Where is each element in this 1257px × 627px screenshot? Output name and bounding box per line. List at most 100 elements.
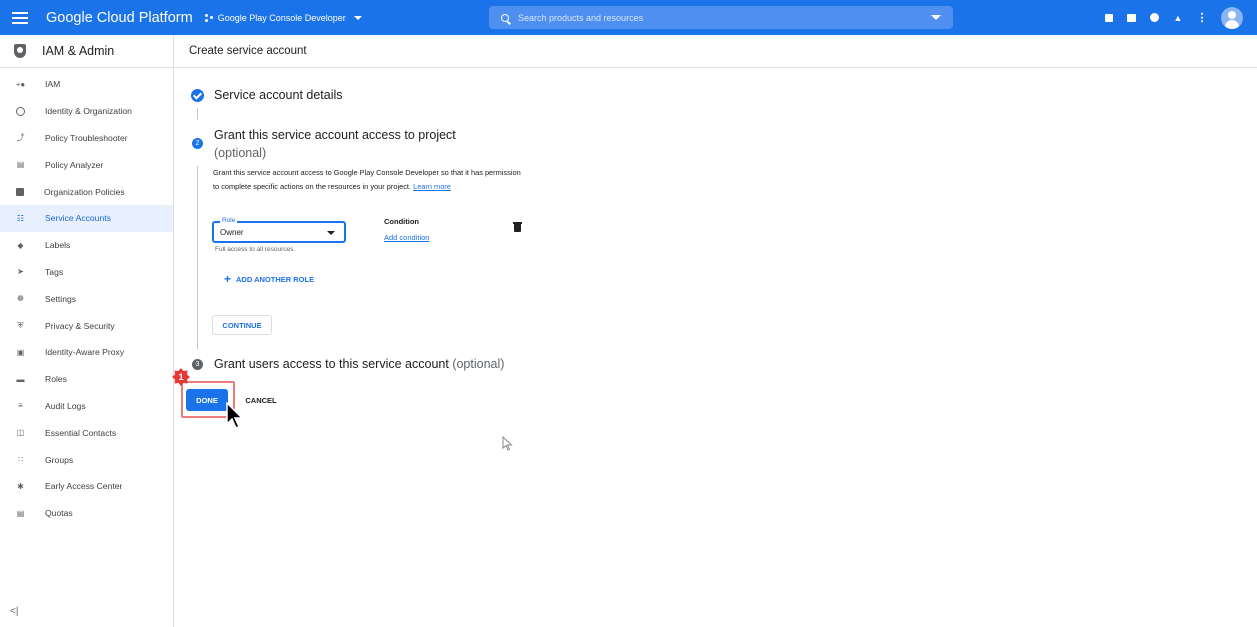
project-name: Google Play Console Developer [217,12,346,23]
stepper-connector [197,166,198,349]
role-value: Owner [220,228,244,237]
add-another-role-button[interactable]: + ADD ANOTHER ROLE [224,272,315,286]
sidebar-item-iam[interactable]: +● IAM [0,71,173,98]
document-search-icon: ▤ [16,160,25,170]
sidebar-item-label: Tags [45,266,64,277]
help-icon[interactable] [1150,13,1159,22]
early-access-icon: ✱ [17,481,24,491]
sidebar-item-organization-policies[interactable]: Organization Policies [0,178,173,205]
sidebar-item-labels[interactable]: ◆ Labels [0,232,173,259]
notifications-icon[interactable]: ▲ [1173,13,1183,23]
sidebar-item-label: Early Access Center [45,481,123,492]
list-box-icon [16,187,24,196]
cancel-button[interactable]: CANCEL [240,389,282,411]
service-account-icon: ☷ [16,213,25,223]
sidebar-item-label: IAM [45,79,61,90]
step-2-description: Grant this service account access to Goo… [213,166,523,193]
sidebar-item-early-access-center[interactable]: ✱ Early Access Center [0,473,173,500]
sidebar-item-identity-aware-proxy[interactable]: ▣ Identity-Aware Proxy [0,339,173,366]
cloud-shell-icon[interactable] [1127,13,1136,22]
role-select[interactable]: Role Owner [212,217,346,243]
delete-role-icon[interactable] [513,222,522,232]
sidebar-item-service-accounts[interactable]: ☷ Service Accounts [0,204,173,232]
sidebar-header: IAM & Admin [0,35,173,68]
step-2-heading: Grant this service account access to pro… [214,126,456,162]
sidebar-item-label: Policy Analyzer [45,159,104,170]
add-another-role-label: ADD ANOTHER ROLE [236,274,315,284]
step-3-title: Grant users access to this service accou… [214,357,449,371]
sidebar-item-audit-logs[interactable]: ≡ Audit Logs [0,393,173,420]
tag-icon: ➤ [17,267,24,277]
app-brand[interactable]: Google Cloud Platform [46,10,193,26]
learn-more-link[interactable]: Learn more [413,182,451,191]
collapse-sidebar-icon[interactable]: <| [10,606,18,617]
sidebar-item-settings[interactable]: ❁ Settings [0,285,173,312]
step-2-optional: (optional) [214,146,267,160]
search-expand-icon[interactable] [931,15,941,20]
top-app-bar: Google Cloud Platform Google Play Consol… [0,0,1257,35]
list-icon: ≡ [18,401,23,411]
sidebar-title: IAM & Admin [42,44,115,58]
add-condition-link[interactable]: Add condition [384,233,429,242]
sidebar-item-label: Settings [45,293,77,304]
stepper-connector [197,108,198,120]
search-placeholder: Search products and resources [518,12,644,23]
gear-icon: ❁ [17,294,24,304]
sidebar-item-label: Essential Contacts [45,427,117,438]
sidebar-item-tags[interactable]: ➤ Tags [0,259,173,286]
sidebar-item-identity-organization[interactable]: Identity & Organization [0,98,173,125]
step-3-heading[interactable]: Grant users access to this service accou… [214,357,504,371]
hamburger-menu-icon[interactable] [12,11,28,24]
wrench-icon: ⤴ [16,133,25,143]
sidebar-item-policy-analyzer[interactable]: ▤ Policy Analyzer [0,151,173,178]
search-input[interactable]: Search products and resources [489,6,953,29]
person-add-icon: +● [15,79,26,89]
step-marker-number: 1 [178,372,184,382]
sidebar-item-label: Identity & Organization [45,106,132,117]
iam-shield-icon [14,44,26,58]
sidebar-item-label: Service Accounts [45,213,111,224]
sidebar-item-label: Privacy & Security [45,320,115,331]
sidebar-item-quotas[interactable]: ▤ Quotas [0,500,173,527]
continue-button[interactable]: CONTINUE [212,315,272,335]
account-circle-icon [16,106,25,116]
mouse-pointer-icon [226,402,244,430]
groups-icon: ∷ [17,455,24,465]
page-header: Create service account [175,35,1257,68]
project-selector[interactable]: Google Play Console Developer [204,12,362,23]
sidebar-item-label: Policy Troubleshooter [45,132,128,143]
role-help-text: Full access to all resources. [215,246,296,253]
sidebar-item-label: Roles [45,374,67,385]
shield-icon: ⛨ [17,320,24,330]
more-vert-icon[interactable]: ⋮ [1197,12,1208,24]
sidebar-item-policy-troubleshooter[interactable]: ⤴ Policy Troubleshooter [0,125,173,152]
sidebar-item-privacy-security[interactable]: ⛨ Privacy & Security [0,312,173,339]
step-3-number: 3 [192,359,203,370]
description-text: Grant this service account access to Goo… [213,168,521,191]
step-1-title[interactable]: Service account details [214,88,343,102]
sidebar: IAM & Admin +● IAM Identity & Organizatio… [0,35,174,627]
step-2-number: 2 [192,138,203,149]
chevron-down-icon [353,15,362,20]
sidebar-item-label: Labels [45,240,71,251]
mouse-pointer-outline-icon [502,436,513,451]
proxy-icon: ▣ [16,347,25,357]
sidebar-item-label: Identity-Aware Proxy [45,347,125,358]
sidebar-item-roles[interactable]: ▬ Roles [0,366,173,393]
check-circle-icon [191,89,204,102]
sidebar-item-groups[interactable]: ∷ Groups [0,446,173,473]
page-title: Create service account [189,45,307,57]
sidebar-item-label: Organization Policies [44,186,125,197]
quota-icon: ▤ [16,508,25,518]
plus-icon: + [224,272,232,286]
label-icon: ◆ [17,240,24,250]
step-3-optional: (optional) [452,357,505,371]
avatar[interactable] [1221,6,1243,29]
done-button[interactable]: DONE [186,389,228,411]
sidebar-item-essential-contacts[interactable]: ◫ Essential Contacts [0,419,173,446]
search-icon [501,13,509,22]
roles-icon: ▬ [16,374,25,384]
step-2-title: Grant this service account access to pro… [214,128,456,142]
gift-icon[interactable] [1105,13,1113,22]
sidebar-item-label: Quotas [45,508,73,519]
